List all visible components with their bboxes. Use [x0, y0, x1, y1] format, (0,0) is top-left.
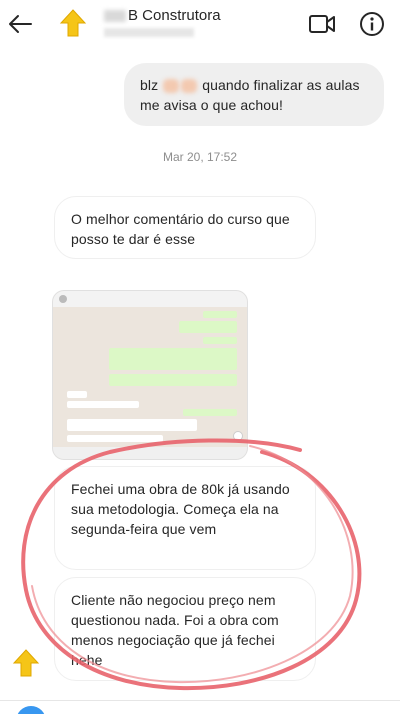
embedded-chat-header: [53, 291, 247, 307]
blurred-emoji: [181, 79, 198, 94]
chat-header: B Construtora: [0, 0, 400, 50]
embedded-message: [183, 409, 237, 416]
embedded-message: [109, 374, 237, 386]
sender-avatar-icon[interactable]: [12, 648, 40, 678]
contact-info[interactable]: B Construtora: [104, 7, 294, 37]
info-button[interactable]: [358, 10, 386, 38]
blurred-name-part: [104, 10, 126, 23]
embedded-message: [203, 337, 237, 344]
blurred-emoji: [163, 79, 180, 94]
incoming-message[interactable]: Cliente não negociou preço nem questiono…: [54, 577, 316, 681]
embedded-scroll-down: [233, 431, 243, 441]
back-button[interactable]: [6, 10, 34, 38]
embedded-message: [179, 321, 237, 333]
embedded-message: [203, 311, 237, 318]
embedded-message: [67, 419, 197, 431]
video-camera-icon: [309, 15, 335, 33]
embedded-message: [67, 435, 163, 442]
image-attachment[interactable]: [52, 290, 248, 460]
outgoing-message[interactable]: blz quando finalizar as aulas me avisa o…: [124, 63, 384, 126]
contact-username-blurred: [104, 28, 194, 37]
video-call-button[interactable]: [308, 11, 336, 37]
contact-avatar[interactable]: [58, 8, 88, 38]
embedded-message: [67, 391, 87, 398]
incoming-message[interactable]: Fechei uma obra de 80k já usando sua met…: [54, 466, 316, 570]
info-icon: [360, 12, 384, 36]
embedded-message: [109, 348, 237, 370]
arrow-left-icon: [9, 15, 32, 33]
embedded-avatar: [59, 295, 67, 303]
contact-name: B Construtora: [104, 7, 294, 24]
embedded-input-bar: [53, 447, 247, 459]
incoming-message[interactable]: O melhor comentário do curso que posso t…: [54, 196, 316, 259]
embedded-message: [67, 401, 139, 408]
message-input-bar[interactable]: [0, 700, 400, 714]
message-timestamp: Mar 20, 17:52: [162, 150, 238, 164]
